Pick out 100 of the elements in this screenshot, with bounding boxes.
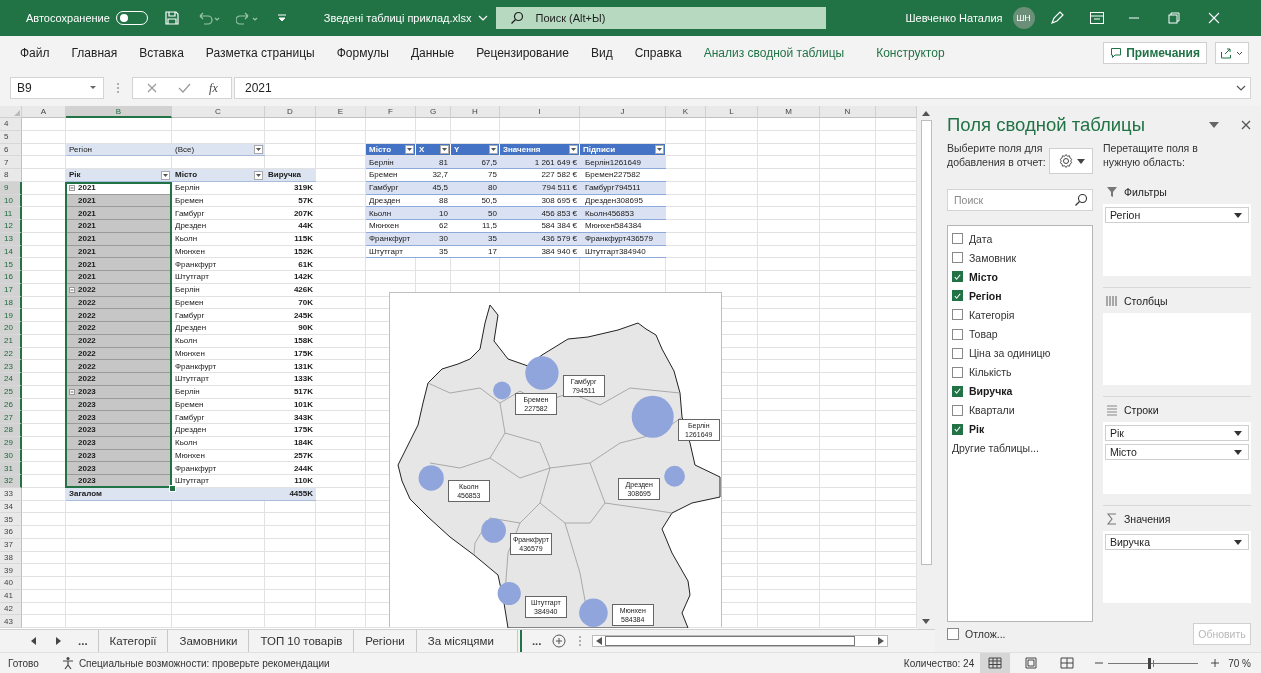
column-header[interactable]: F <box>366 106 416 118</box>
save-icon[interactable] <box>163 10 180 26</box>
field-chip[interactable]: Місто <box>1105 444 1249 460</box>
filter-button[interactable] <box>405 145 414 155</box>
field-label[interactable]: Категорія <box>969 308 1015 321</box>
chevron-down-icon[interactable] <box>477 14 488 22</box>
filter-button[interactable] <box>655 145 664 155</box>
filter-button[interactable] <box>161 170 170 180</box>
field-label[interactable]: Рік <box>969 423 985 436</box>
field-checkbox[interactable] <box>952 328 963 340</box>
field-label[interactable]: Кількість <box>969 366 1012 379</box>
field-checkbox[interactable] <box>952 233 963 245</box>
collapse-icon[interactable] <box>69 185 75 192</box>
column-header[interactable]: K <box>666 106 706 118</box>
defer-checkbox[interactable] <box>947 628 959 640</box>
customize-icon[interactable] <box>275 12 288 24</box>
collapse-icon[interactable] <box>69 287 75 294</box>
drop-area[interactable]: Рік Місто <box>1103 422 1251 494</box>
zoom-thumb[interactable] <box>1147 657 1151 669</box>
field-checkbox[interactable] <box>952 252 963 264</box>
ribbon-tab[interactable]: Вставка <box>139 46 184 60</box>
user-avatar[interactable]: ШН <box>1012 7 1035 29</box>
name-box[interactable]: B9 <box>10 77 104 99</box>
normal-view-button[interactable] <box>980 653 1011 673</box>
previous-sheet-icon[interactable] <box>30 637 38 645</box>
scroll-thumb[interactable] <box>920 120 932 565</box>
formula-input[interactable]: 2021 <box>234 77 1251 99</box>
filter-button[interactable] <box>489 145 498 155</box>
scroll-right-icon[interactable] <box>877 637 884 645</box>
pane-options-icon[interactable] <box>1209 122 1219 128</box>
restore-icon[interactable] <box>1166 11 1181 25</box>
field-label[interactable]: Виручка <box>969 385 1013 398</box>
filter-button[interactable] <box>254 170 263 180</box>
share-button[interactable] <box>1215 42 1249 64</box>
column-header[interactable]: J <box>580 106 666 118</box>
filter-button[interactable] <box>254 145 263 155</box>
field-label[interactable]: Ціна за одиницю <box>969 347 1051 360</box>
ribbon-tab[interactable]: Данные <box>410 46 455 60</box>
column-header[interactable]: B <box>66 106 172 118</box>
zoom-level[interactable]: 70 % <box>1228 657 1251 669</box>
field-label[interactable]: Місто <box>969 270 998 283</box>
search-field[interactable]: Поиск (Alt+Ы) <box>495 7 826 29</box>
filter-button[interactable] <box>440 145 449 155</box>
ribbon-tab[interactable]: Справка <box>634 46 682 60</box>
vertical-scrollbar[interactable] <box>917 106 935 629</box>
check-icon[interactable] <box>176 82 191 94</box>
column-header[interactable]: G <box>416 106 451 118</box>
column-header[interactable]: N <box>820 106 876 118</box>
horizontal-scrollbar[interactable] <box>591 635 888 647</box>
add-sheet-icon[interactable] <box>551 634 566 648</box>
more-sheets-button[interactable]: ... <box>78 635 88 647</box>
redo-icon[interactable] <box>235 10 260 26</box>
settings-button[interactable] <box>1049 148 1093 174</box>
ribbon-tab[interactable]: Рецензирование <box>476 46 569 60</box>
collapse-icon[interactable] <box>69 389 75 396</box>
field-checkbox[interactable] <box>952 404 963 416</box>
ribbon-tab[interactable]: Анализ сводной таблицы <box>703 46 845 60</box>
filter-button[interactable] <box>569 145 578 155</box>
close-icon[interactable] <box>1241 120 1251 130</box>
ribbon-tab[interactable]: Файл <box>20 46 50 60</box>
field-label[interactable]: Товар <box>969 328 998 340</box>
field-label[interactable]: Замовник <box>969 251 1017 264</box>
column-header[interactable]: D <box>265 106 316 118</box>
scroll-thumb[interactable] <box>604 636 855 646</box>
fill-handle[interactable] <box>169 484 176 492</box>
zoom-in-icon[interactable] <box>1210 658 1221 668</box>
column-header[interactable]: I <box>500 106 580 118</box>
ribbon-display-icon[interactable] <box>1088 11 1105 25</box>
accessibility-icon[interactable] <box>60 656 75 670</box>
file-name[interactable]: Зведені таблиці приклад.xlsx <box>323 12 472 24</box>
more-tables-link[interactable]: Другие таблицы... <box>952 442 1039 455</box>
map-bubble[interactable] <box>525 356 559 390</box>
drop-area[interactable]: Виручка <box>1103 531 1251 603</box>
map-bubble[interactable] <box>497 581 521 606</box>
comments-button[interactable]: Примечания <box>1103 42 1207 64</box>
field-checkbox[interactable] <box>952 309 963 321</box>
ribbon-tab[interactable]: Конструктор <box>876 46 945 60</box>
field-checkbox[interactable] <box>952 366 963 378</box>
field-chip[interactable]: Рік <box>1105 425 1249 441</box>
field-chip[interactable]: Регіон <box>1105 207 1249 223</box>
drop-area[interactable]: Регіон <box>1103 204 1251 276</box>
next-sheet-icon[interactable] <box>54 637 62 645</box>
column-header[interactable]: C <box>172 106 265 118</box>
column-header[interactable]: H <box>451 106 500 118</box>
defer-label[interactable]: Отлож... <box>965 628 1187 640</box>
scroll-left-icon[interactable] <box>595 637 602 645</box>
more-sheets-button[interactable]: ... <box>531 635 542 647</box>
field-checkbox[interactable] <box>952 385 963 397</box>
field-checkbox[interactable] <box>952 347 963 359</box>
cancel-icon[interactable] <box>146 82 159 94</box>
scroll-up-icon[interactable] <box>922 110 930 116</box>
field-label[interactable]: Дата <box>969 232 993 245</box>
column-header[interactable]: L <box>706 106 758 118</box>
column-header[interactable]: M <box>758 106 820 118</box>
zoom-slider[interactable] <box>1108 657 1199 669</box>
field-checkbox[interactable] <box>952 424 963 435</box>
field-label[interactable]: Квартали <box>969 404 1015 417</box>
column-header[interactable]: E <box>316 106 366 118</box>
pen-icon[interactable] <box>1048 10 1065 26</box>
ribbon-tab[interactable]: Разметка страницы <box>205 46 315 60</box>
